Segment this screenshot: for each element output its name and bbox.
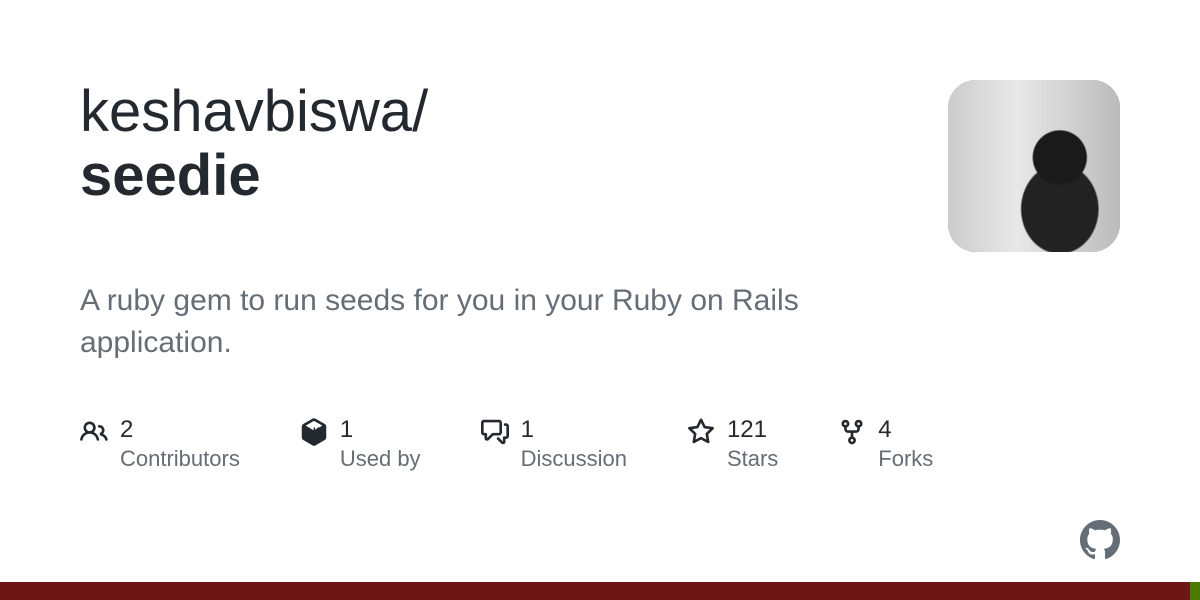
language-bar — [0, 582, 1200, 600]
stat-usedby[interactable]: 1 Used by — [300, 416, 421, 473]
stat-discussion[interactable]: 1 Discussion — [481, 416, 627, 473]
stat-number: 1 — [521, 416, 627, 445]
stat-forks[interactable]: 4 Forks — [838, 416, 933, 473]
stat-label: Discussion — [521, 445, 627, 474]
repo-name[interactable]: seedie — [80, 143, 261, 208]
stat-number: 1 — [340, 416, 421, 445]
stat-stars[interactable]: 121 Stars — [687, 416, 778, 473]
comment-discussion-icon — [481, 418, 509, 446]
stat-label: Contributors — [120, 445, 240, 474]
stat-number: 121 — [727, 416, 778, 445]
avatar[interactable] — [948, 80, 1120, 252]
people-icon — [80, 418, 108, 446]
stat-contributors[interactable]: 2 Contributors — [80, 416, 240, 473]
stat-label: Used by — [340, 445, 421, 474]
package-dependents-icon — [300, 418, 328, 446]
stat-number: 2 — [120, 416, 240, 445]
repo-title: keshavbiswa/ seedie — [80, 80, 948, 208]
repo-description: A ruby gem to run seeds for you in your … — [80, 280, 860, 364]
repo-slash: / — [412, 79, 428, 144]
github-logo-icon — [1080, 520, 1120, 560]
stat-number: 4 — [878, 416, 933, 445]
repo-forked-icon — [838, 418, 866, 446]
stat-label: Forks — [878, 445, 933, 474]
stat-label: Stars — [727, 445, 778, 474]
stats-row: 2 Contributors 1 Used by 1 Discussion 12… — [80, 416, 1120, 473]
repo-owner[interactable]: keshavbiswa — [80, 79, 412, 144]
star-icon — [687, 418, 715, 446]
